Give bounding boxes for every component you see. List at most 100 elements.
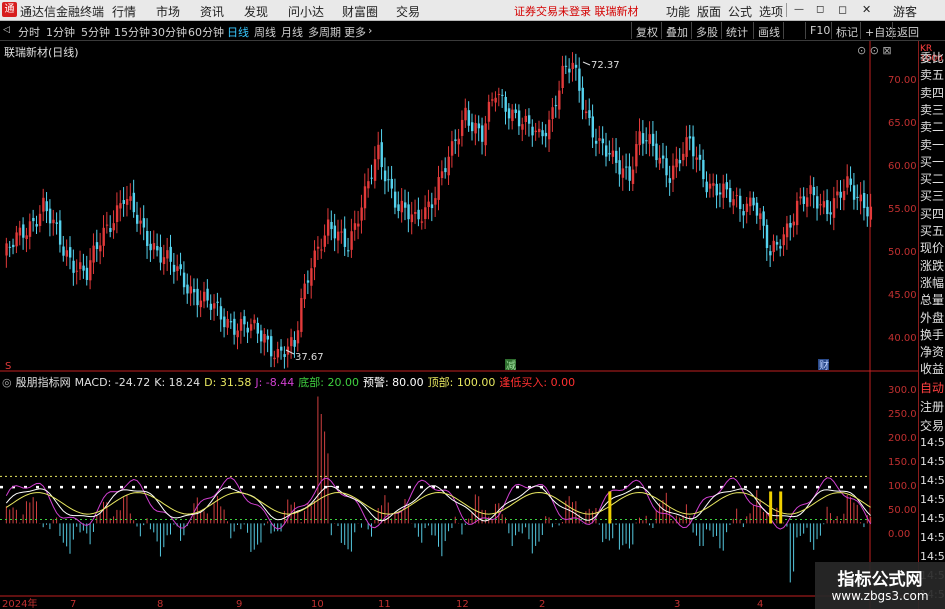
candle-body — [223, 316, 226, 328]
candle-body — [417, 209, 420, 220]
menu-item-quotes[interactable]: 行情 — [112, 3, 136, 20]
side-item[interactable]: 外盘 — [920, 309, 945, 326]
candle-body — [276, 349, 280, 358]
candle-body — [588, 110, 591, 118]
side-item[interactable]: 卖四 — [920, 84, 945, 101]
side-item[interactable]: 卖三 — [920, 101, 945, 118]
macd-value: MACD: -24.72 — [74, 376, 151, 389]
side-item[interactable]: 净资 — [920, 343, 945, 360]
button-overlay[interactable]: 叠加 — [661, 22, 692, 39]
indicator-menu-icon[interactable]: ◎ — [2, 376, 12, 389]
button-draw-line[interactable]: 画线 — [753, 22, 784, 39]
login-notice[interactable]: 证券交易未登录 联瑞新材 — [514, 3, 639, 19]
candle-body — [856, 196, 859, 198]
period-daily[interactable]: 日线 — [227, 24, 249, 40]
candle-body — [122, 200, 125, 204]
button-adjust[interactable]: 复权 — [631, 22, 662, 39]
user-label[interactable]: 游客 — [893, 3, 917, 20]
button-back[interactable]: 返回 — [892, 22, 923, 39]
side-item[interactable]: 涨跌 — [920, 257, 945, 274]
period-monthly[interactable]: 月线 — [281, 24, 303, 40]
period-more-arrow-icon[interactable]: › — [368, 24, 372, 37]
menu-item-wealth[interactable]: 财富圈 — [342, 3, 378, 20]
period-weekly[interactable]: 周线 — [254, 24, 276, 40]
candle-body — [390, 178, 393, 189]
side-item[interactable]: 买二 — [920, 170, 945, 187]
candle-body — [819, 204, 822, 206]
menu-item-discover[interactable]: 发现 — [244, 3, 268, 20]
candle-body — [437, 177, 440, 200]
minimize-icon[interactable]: — — [794, 4, 804, 15]
candle-body — [186, 284, 189, 294]
button-multi-stock[interactable]: 多股 — [691, 22, 722, 39]
period-1min[interactable]: 1分钟 — [46, 24, 75, 40]
candle-body — [18, 227, 22, 236]
candle-body — [303, 283, 306, 300]
candle-body — [196, 288, 199, 306]
candle-body — [598, 138, 601, 141]
side-action[interactable]: 自动 — [920, 379, 945, 396]
marker-s-icon: S — [5, 361, 11, 372]
close-icon[interactable]: ✕ — [862, 3, 871, 16]
button-f10[interactable]: F10 — [805, 22, 834, 39]
candle-body — [62, 246, 65, 256]
period-multi[interactable]: 多周期 — [308, 24, 341, 40]
menu-options[interactable]: 选项 — [759, 3, 783, 20]
candle-body — [749, 197, 752, 207]
side-action[interactable]: 注册 — [920, 398, 945, 415]
menu-item-news[interactable]: 资讯 — [200, 3, 224, 20]
chart-canvas[interactable]: 70.00 65.00 60.00 55.00 50.00 45.00 40.0… — [0, 41, 918, 609]
side-action[interactable]: 交易 — [920, 417, 945, 434]
side-item[interactable]: 现价 — [920, 239, 945, 256]
candle-body — [859, 194, 862, 202]
period-30min[interactable]: 30分钟 — [151, 24, 187, 40]
candle-body — [139, 220, 142, 224]
side-item[interactable]: 涨幅 — [920, 274, 945, 291]
restore-icon[interactable]: ◻ — [816, 4, 824, 15]
period-15min[interactable]: 15分钟 — [114, 24, 150, 40]
menu-formula[interactable]: 公式 — [728, 3, 752, 20]
menu-function[interactable]: 功能 — [666, 3, 690, 20]
candle-body — [156, 246, 159, 251]
side-item[interactable]: 总量 — [920, 291, 945, 308]
menu-layout[interactable]: 版面 — [697, 3, 721, 20]
side-item[interactable]: 买四 — [920, 205, 945, 222]
period-60min[interactable]: 60分钟 — [188, 24, 224, 40]
candle-body — [842, 191, 846, 201]
button-mark[interactable]: 标记 — [831, 22, 862, 39]
side-item[interactable]: 买三 — [920, 187, 945, 204]
side-item[interactable]: 收益 — [920, 360, 945, 377]
candle-body — [377, 144, 380, 160]
candle-body — [728, 188, 732, 203]
maximize-icon[interactable]: ◻ — [838, 3, 847, 16]
period-tick[interactable]: 分时 — [18, 24, 40, 40]
side-item[interactable]: 卖二 — [920, 118, 945, 135]
candle-body — [752, 197, 755, 206]
menu-item-ask[interactable]: 问小达 — [288, 3, 324, 20]
side-item[interactable]: 卖五 — [920, 66, 945, 83]
candle-body — [551, 107, 554, 119]
side-item[interactable]: 买五 — [920, 222, 945, 239]
indicator-name[interactable]: 殷朋指标网 — [16, 376, 71, 389]
toolbar-collapse-icon[interactable]: ◁ — [3, 25, 10, 35]
candle-body — [119, 203, 122, 209]
watermark-url: www.zbgs3.com — [831, 589, 929, 603]
menu-bar: 通 通达信金融终端 行情 市场 资讯 发现 问小达 财富圈 交易 证券交易未登录… — [0, 0, 945, 21]
side-item[interactable]: 卖一 — [920, 136, 945, 153]
candle-body — [628, 166, 631, 181]
candle-body — [755, 202, 759, 216]
menu-item-trade[interactable]: 交易 — [396, 3, 420, 20]
side-item[interactable]: 委比 — [920, 49, 945, 66]
button-stats[interactable]: 统计 — [721, 22, 752, 39]
period-more[interactable]: 更多 — [344, 24, 366, 40]
candle-body — [243, 316, 246, 325]
candle-body — [527, 115, 531, 124]
candle-body — [370, 177, 373, 179]
side-item[interactable]: 买一 — [920, 153, 945, 170]
period-5min[interactable]: 5分钟 — [81, 24, 110, 40]
menu-item-market[interactable]: 市场 — [156, 3, 180, 20]
d-value: D: 31.58 — [204, 376, 252, 389]
candle-body — [89, 260, 92, 281]
side-item[interactable]: 换手 — [920, 326, 945, 343]
candle-body — [517, 110, 521, 127]
